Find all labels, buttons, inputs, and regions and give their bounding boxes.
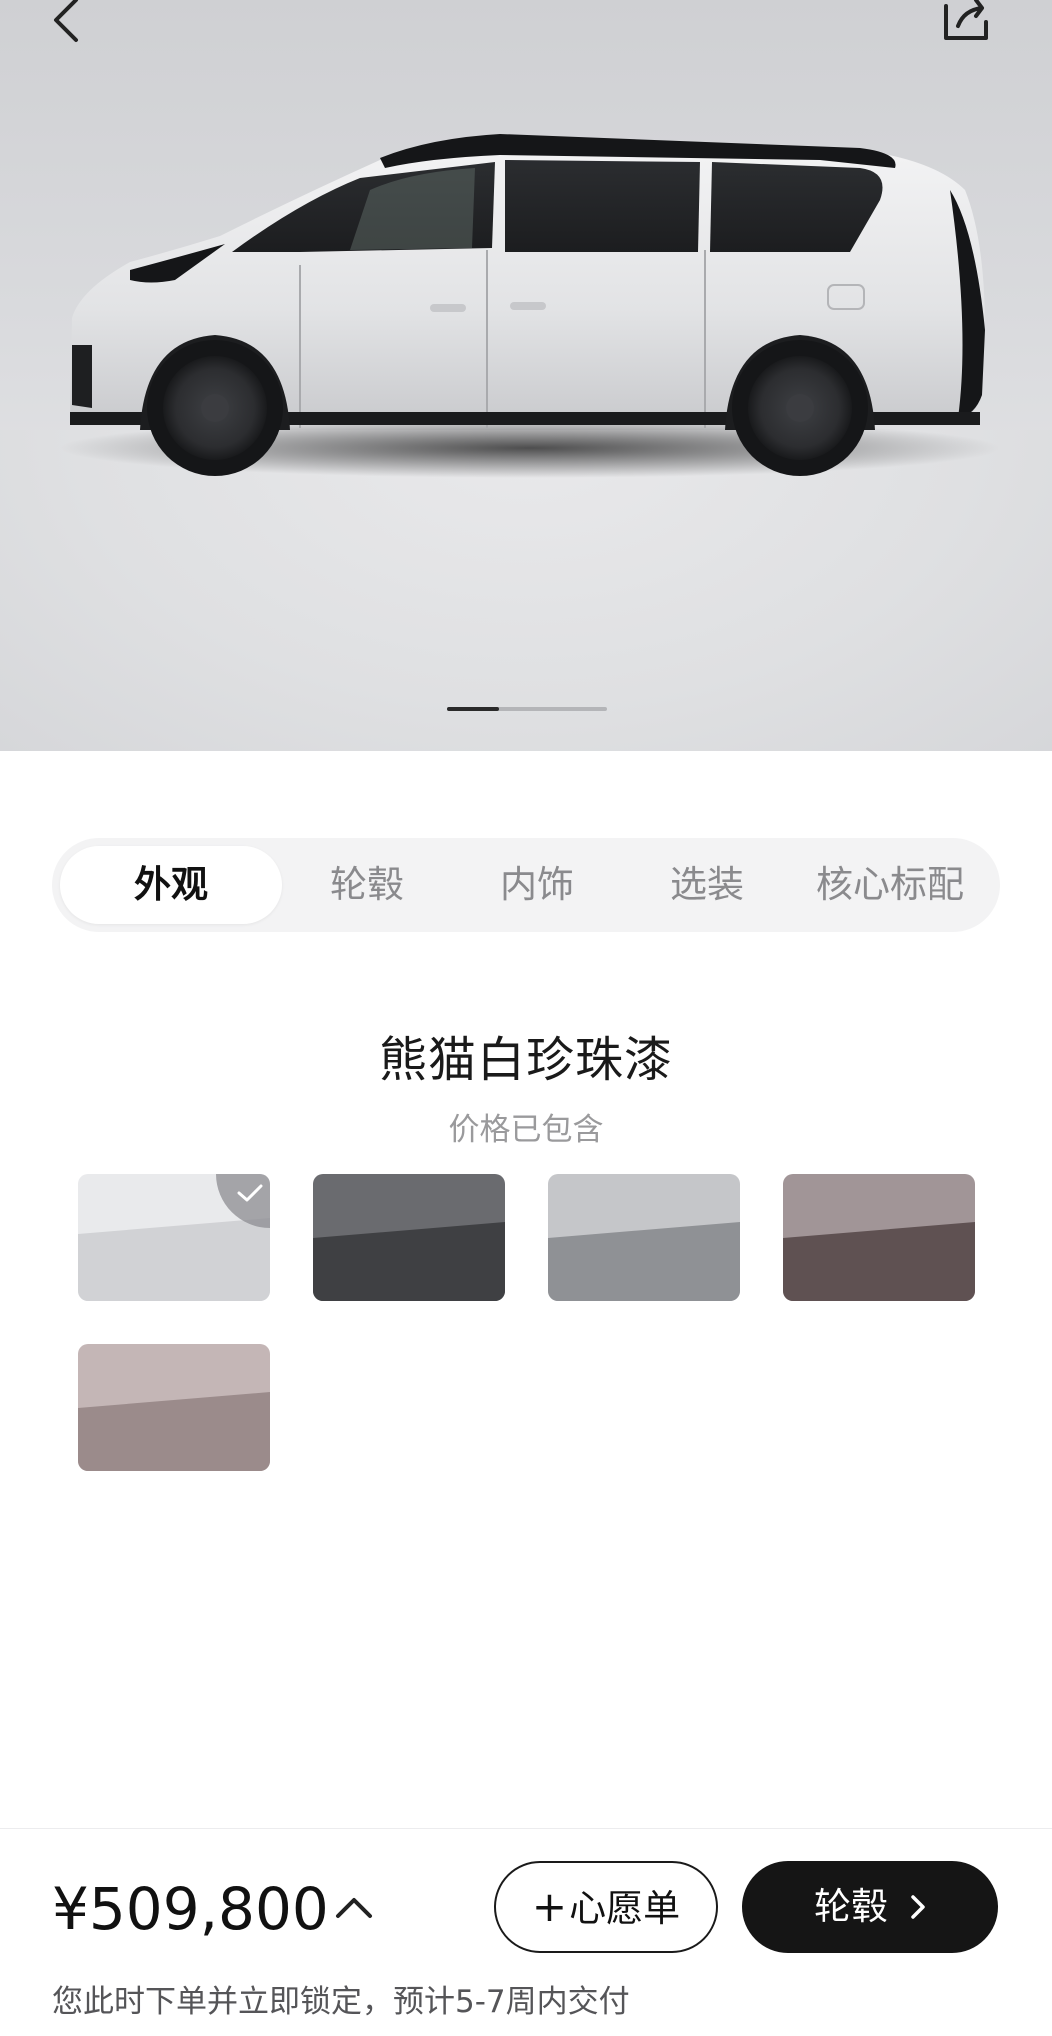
paint-swatch-silver[interactable] [548,1174,740,1301]
plus-icon: + [531,1882,568,1931]
chevron-left-icon[interactable] [44,0,94,50]
total-price[interactable]: ¥509,800 [52,1875,329,1943]
paint-swatch-dark-gray[interactable] [313,1174,505,1301]
paint-name: 熊猫白珍珠漆 [378,1032,673,1088]
paint-swatch-mauve-light[interactable] [78,1344,270,1471]
paint-swatch-panda-white[interactable] [78,1174,270,1301]
next-step-button[interactable]: 轮毂 [742,1861,998,1953]
tab-wheels[interactable]: 轮毂 [292,846,442,924]
car-image [60,134,1000,478]
check-icon [237,1184,263,1202]
wishlist-label: 心愿单 [569,1887,681,1930]
chevron-right-icon [910,1863,926,1955]
gallery-pager [447,707,607,711]
tab-interior[interactable]: 内饰 [462,846,612,924]
wishlist-button[interactable]: +心愿单 [494,1861,718,1953]
paint-swatch-mauve-dark[interactable] [783,1174,975,1301]
next-step-label: 轮毂 [814,1885,888,1928]
paint-price-note: 价格已包含 [448,1112,604,1148]
share-icon[interactable] [938,0,994,46]
swatch-fill [548,1174,740,1301]
tab-options[interactable]: 选装 [632,846,782,924]
config-tabs: 外观 轮毂 内饰 选装 核心标配 [52,838,1000,932]
car-gallery[interactable] [0,0,1052,751]
chevron-up-icon[interactable] [334,1890,374,1924]
tab-core-features[interactable]: 核心标配 [792,846,988,924]
tab-exterior[interactable]: 外观 [60,846,282,924]
swatch-fill [783,1174,975,1301]
delivery-note: 您此时下单并立即锁定，预计5-7周内交付 [52,1984,630,2020]
gallery-pager-active [447,707,499,711]
swatch-fill [78,1344,270,1471]
swatch-fill [313,1174,505,1301]
